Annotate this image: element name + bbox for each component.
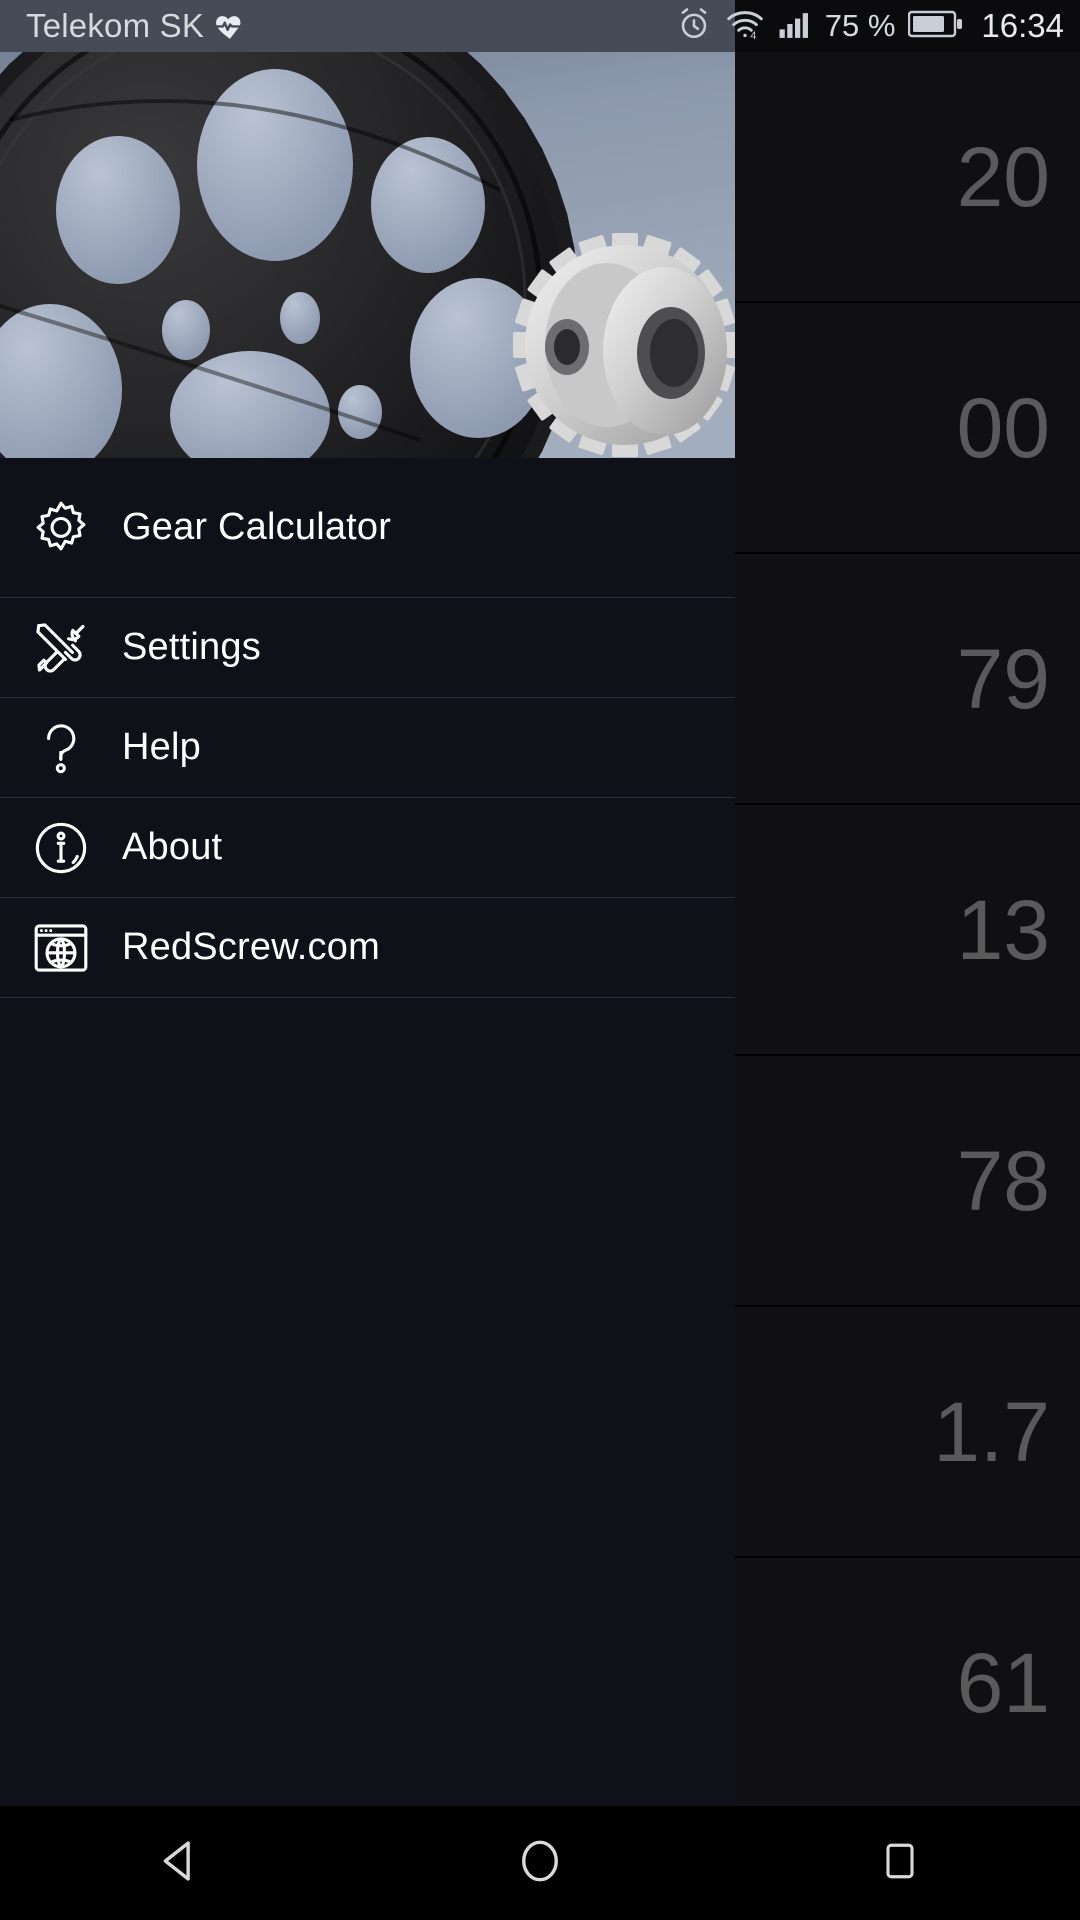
- status-bar: Telekom SK 4 75 % 16:34: [0, 0, 1080, 52]
- svg-text:4: 4: [750, 29, 756, 41]
- system-navigation-bar: [0, 1806, 1080, 1920]
- drawer-item-settings[interactable]: Settings: [0, 598, 735, 698]
- back-button[interactable]: [80, 1806, 280, 1920]
- cellular-signal-icon: [778, 7, 812, 46]
- drawer-item-label: RedScrew.com: [122, 926, 380, 968]
- drawer-item-label: Help: [122, 726, 201, 768]
- info-circle-icon: [0, 817, 122, 879]
- drawer-item-label: About: [122, 826, 223, 868]
- drawer-item-redscrew-com[interactable]: RedScrew.com: [0, 898, 735, 998]
- drawer-item-gear-calculator[interactable]: Gear Calculator: [0, 458, 735, 598]
- drawer-item-list: Gear Calculator Settings Help About RedScrew…: [0, 458, 735, 998]
- drawer-item-help[interactable]: Help: [0, 698, 735, 798]
- phone-screen: 20 00 79 13 78 1.7 61 Gear Calculator Se…: [0, 0, 1080, 1920]
- square-recents-icon: [876, 1837, 924, 1890]
- recents-button[interactable]: [800, 1806, 1000, 1920]
- gear-icon: [0, 497, 122, 559]
- battery-percent-label: 75 %: [824, 8, 896, 43]
- drawer-item-label: Settings: [122, 626, 261, 668]
- drawer-header-image: [0, 0, 735, 458]
- drawer-item-about[interactable]: About: [0, 798, 735, 898]
- alarm-clock-icon: [676, 6, 712, 47]
- circle-home-icon: [514, 1835, 566, 1892]
- question-mark-icon: [0, 717, 122, 779]
- battery-icon: [908, 9, 964, 44]
- carrier-label: Telekom SK: [26, 7, 205, 44]
- wifi-icon: 4: [725, 6, 765, 47]
- browser-globe-icon: [0, 917, 122, 979]
- triangle-back-icon: [154, 1835, 206, 1892]
- home-button[interactable]: [440, 1806, 640, 1920]
- status-bar-left: Telekom SK: [0, 0, 735, 52]
- drawer-item-label: Gear Calculator: [122, 506, 392, 548]
- heartbeat-icon: [213, 9, 247, 43]
- navigation-drawer: Gear Calculator Settings Help About RedScrew…: [0, 0, 735, 1806]
- clock-label: 16:34: [981, 7, 1064, 44]
- tools-icon: [0, 617, 122, 679]
- status-bar-icons: 4 75 % 16:34: [676, 0, 1064, 52]
